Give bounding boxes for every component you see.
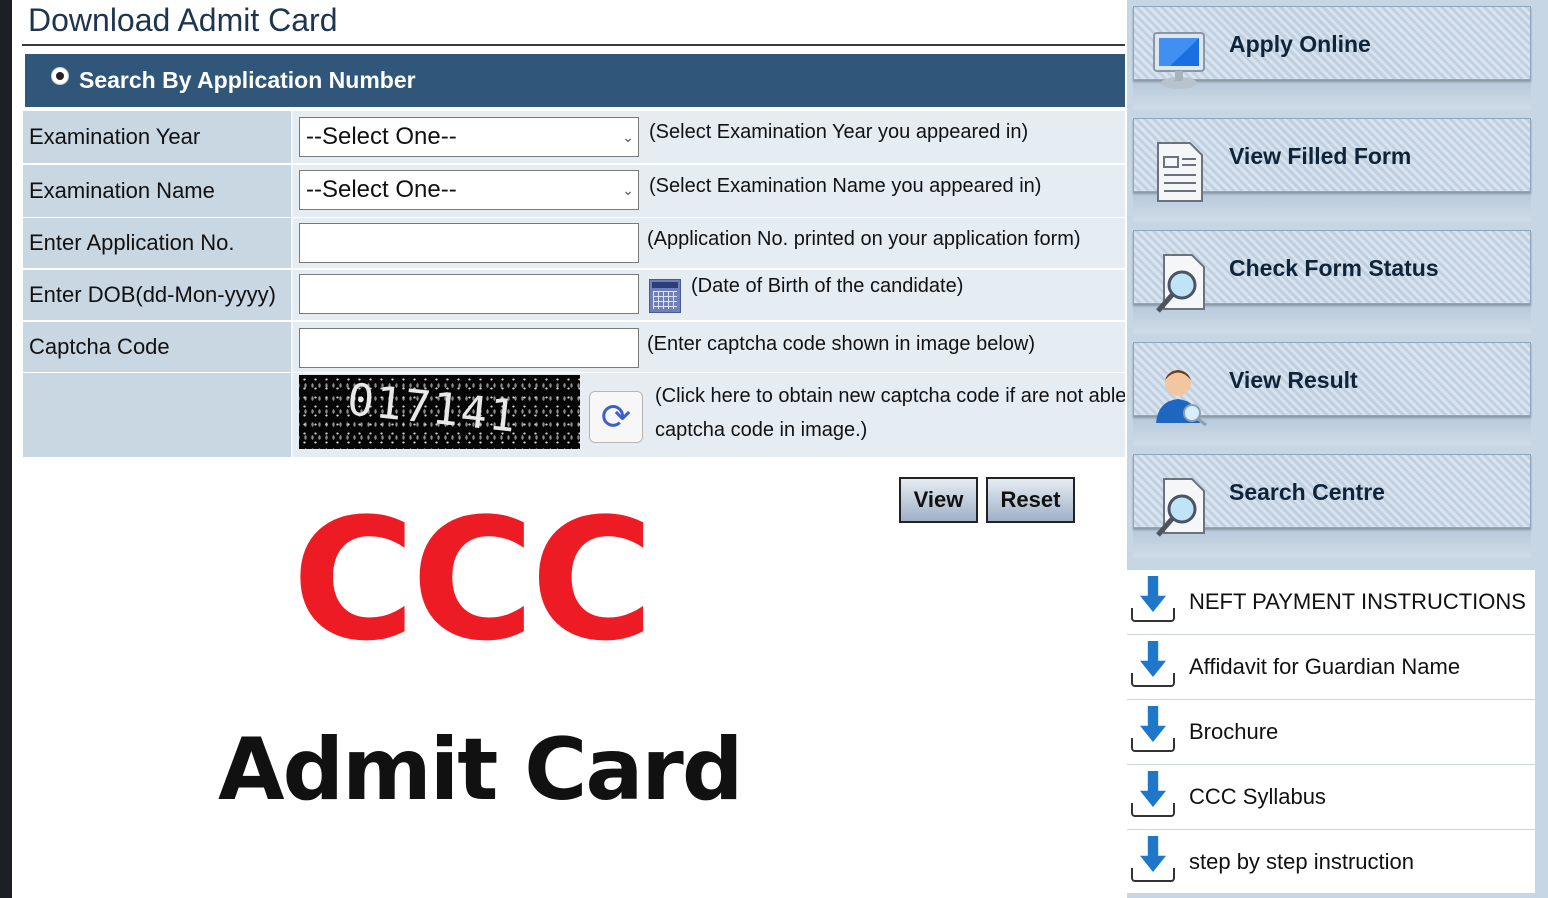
captcha-code-hint: (Enter captcha code shown in image below… [647,333,1035,355]
user-search-icon [1150,361,1210,431]
view-filled-form-tile[interactable]: View Filled Form [1133,118,1531,202]
download-neft-instructions[interactable]: NEFT PAYMENT INSTRUCTIONS [1127,570,1535,635]
captcha-image-cell: 017141 ⟳ (Click here to obtain new captc… [293,373,1125,457]
application-no-label: Enter Application No. [23,218,293,268]
downloads-list: NEFT PAYMENT INSTRUCTIONS Affidavit for … [1127,570,1535,895]
download-label: Brochure [1189,719,1279,744]
search-centre-label: Search Centre [1229,479,1385,505]
search-centre-tile[interactable]: Search Centre [1133,454,1531,537]
captcha-refresh-hint-line2: captcha code in image.) [655,419,868,441]
captcha-refresh-hint-line1: (Click here to obtain new captcha code i… [655,385,1125,407]
chevron-down-icon: ⌄ [622,129,634,145]
captcha-code-input[interactable] [299,328,639,368]
admit-card-banner-text: Admit Card [218,720,743,820]
form-row-application-no: Enter Application No. (Application No. p… [23,218,1125,268]
exam-year-hint: (Select Examination Year you appeared in… [649,121,1029,143]
view-result-tile[interactable]: View Result [1133,342,1531,427]
application-no-cell: (Application No. printed on your applica… [293,218,1125,268]
search-by-application-radio[interactable] [51,66,69,85]
exam-name-selected-value: --Select One-- [306,176,457,203]
captcha-image-label-cell [23,373,293,457]
download-label: NEFT PAYMENT INSTRUCTIONS [1189,589,1526,614]
download-step-by-step-instruction[interactable]: step by step instruction [1127,830,1535,895]
exam-year-selected-value: --Select One-- [306,123,457,150]
chevron-down-icon: ⌄ [622,182,634,198]
magnifier-icon [1150,249,1210,319]
refresh-icon: ⟳ [600,396,632,437]
dob-hint: (Date of Birth of the candidate) [691,275,964,297]
apply-online-label: Apply Online [1229,31,1371,57]
title-divider [22,44,1125,46]
monitor-icon [1150,25,1210,95]
download-ccc-syllabus[interactable]: CCC Syllabus [1127,765,1535,830]
application-no-input[interactable] [299,223,639,263]
captcha-code-label: Captcha Code [23,322,293,372]
page: Download Admit Card Search By Applicatio… [0,0,1548,898]
exam-name-cell: --Select One-- ⌄ (Select Examination Nam… [293,165,1125,217]
download-icon [1129,639,1177,695]
form-row-captcha-code: Captcha Code (Enter captcha code shown i… [23,322,1125,372]
form-row-captcha-image: 017141 ⟳ (Click here to obtain new captc… [23,373,1125,457]
exam-name-label: Examination Name [23,165,293,217]
view-filled-form-label: View Filled Form [1229,143,1412,169]
magnifier-icon [1150,473,1210,543]
exam-year-cell: --Select One-- ⌄ (Select Examination Yea… [293,111,1125,163]
form-row-dob: Enter DOB(dd-Mon-yyyy) (Date of Birth of… [23,270,1125,320]
view-button[interactable]: View [899,477,978,523]
apply-online-tile[interactable]: Apply Online [1133,6,1531,89]
check-form-status-label: Check Form Status [1229,255,1439,281]
download-label: step by step instruction [1189,849,1415,874]
check-form-status-tile[interactable]: Check Form Status [1133,230,1531,313]
form-row-exam-year: Examination Year --Select One-- ⌄ (Selec… [23,111,1125,163]
exam-name-select[interactable]: --Select One-- ⌄ [299,170,639,210]
download-icon [1129,834,1177,890]
download-icon [1129,704,1177,760]
download-label: Affidavit for Guardian Name [1189,654,1461,679]
form-row-exam-name: Examination Name --Select One-- ⌄ (Selec… [23,165,1125,217]
exam-year-label: Examination Year [23,111,293,163]
reset-button[interactable]: Reset [986,477,1075,523]
application-no-hint: (Application No. printed on your applica… [647,228,1081,250]
download-brochure[interactable]: Brochure [1127,700,1535,765]
exam-name-hint: (Select Examination Name you appeared in… [649,175,1042,197]
captcha-image: 017141 [299,375,580,449]
captcha-code-cell: (Enter captcha code shown in image below… [293,322,1125,372]
download-icon [1129,769,1177,825]
download-icon [1129,574,1177,630]
dob-cell: (Date of Birth of the candidate) [293,270,1125,320]
dob-label: Enter DOB(dd-Mon-yyyy) [23,270,293,320]
search-option-bar: Search By Application Number [25,54,1125,107]
download-label: CCC Syllabus [1189,784,1326,809]
search-option-label: Search By Application Number [79,67,416,93]
download-affidavit-guardian-name[interactable]: Affidavit for Guardian Name [1127,635,1535,700]
view-result-label: View Result [1229,367,1358,393]
ccc-logo: CCC [292,482,654,678]
dob-input[interactable] [299,274,639,314]
document-icon [1150,137,1210,207]
exam-year-select[interactable]: --Select One-- ⌄ [299,117,639,157]
left-window-edge [0,0,12,898]
calendar-icon[interactable] [649,279,681,313]
page-title: Download Admit Card [28,2,338,38]
main-content: Download Admit Card Search By Applicatio… [22,0,1127,898]
refresh-captcha-button[interactable]: ⟳ [589,391,643,443]
sidebar: Apply Online View Filled Form Check Form… [1127,0,1548,898]
